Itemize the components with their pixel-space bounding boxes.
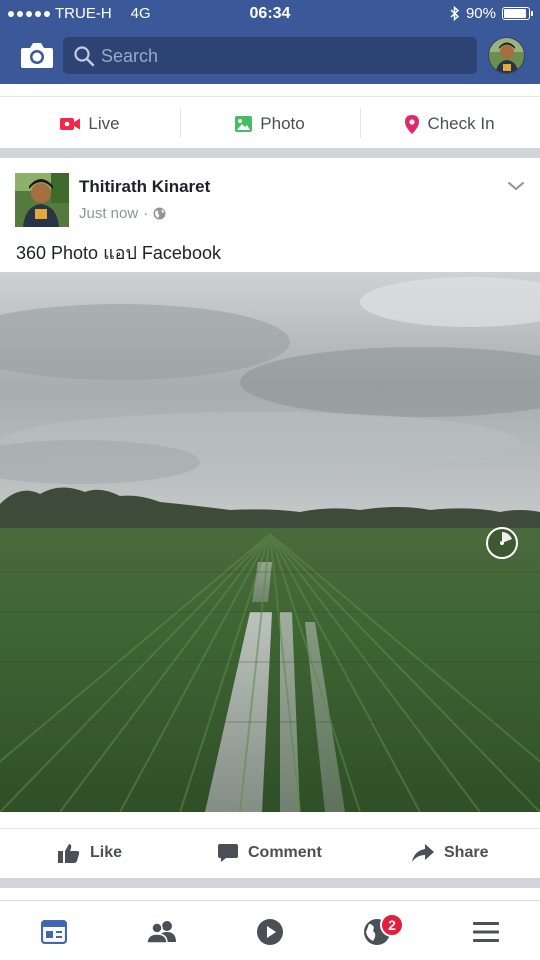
battery-percent: 90% [465, 5, 496, 22]
search-bar[interactable] [63, 37, 477, 74]
friends-icon [147, 921, 176, 944]
nav-news-feed[interactable] [38, 916, 70, 948]
battery-icon [502, 7, 533, 20]
chevron-down-icon [508, 182, 524, 191]
share-arrow-icon [412, 844, 434, 862]
location-pin-icon [405, 114, 420, 134]
feed-separator [0, 148, 540, 158]
check-in-button[interactable]: Check In [360, 106, 540, 142]
post-options-button[interactable] [506, 178, 526, 194]
thumbs-up-icon [58, 844, 80, 863]
comment-icon [218, 844, 238, 862]
share-label: Share [444, 844, 489, 861]
nav-friends[interactable] [146, 916, 178, 948]
avatar [489, 38, 524, 73]
post-author-name[interactable]: Thitirath Kinaret [79, 177, 210, 197]
live-video-icon [60, 118, 81, 130]
public-globe-icon [153, 207, 166, 220]
photo-button[interactable]: Photo [180, 106, 360, 142]
live-button[interactable]: Live [0, 106, 180, 142]
comment-label: Comment [248, 844, 322, 861]
status-bar: TRUE-H 4G 06:34 90% [0, 0, 540, 28]
photo-icon [235, 116, 253, 132]
bottom-nav [0, 900, 540, 960]
menu-icon [473, 922, 499, 942]
camera-icon [21, 43, 53, 68]
watch-icon [257, 919, 283, 945]
feed-separator [0, 878, 540, 888]
live-label: Live [88, 114, 120, 133]
bluetooth-icon [450, 6, 460, 21]
post-actions-bar: Like Comment Share [0, 828, 540, 878]
360-view-button[interactable] [484, 525, 520, 561]
avatar [15, 173, 69, 227]
post-meta: Just now · [79, 205, 166, 222]
search-icon [74, 46, 95, 67]
comment-button[interactable]: Comment [218, 839, 322, 867]
post-author-avatar[interactable] [15, 173, 69, 227]
360-compass-icon [486, 527, 518, 559]
post-360-photo[interactable] [0, 272, 540, 812]
post-timestamp[interactable]: Just now [79, 205, 138, 222]
check-in-label: Check In [427, 114, 495, 133]
notification-badge: 2 [380, 913, 404, 937]
nav-watch[interactable] [254, 916, 286, 948]
post-text: 360 Photo แอป Facebook [16, 243, 221, 263]
composer-bar: Live Photo Check In [0, 84, 540, 148]
profile-avatar-button[interactable] [488, 37, 525, 74]
camera-button[interactable] [20, 40, 54, 70]
rice-field-photo [0, 272, 540, 812]
top-bar: TRUE-H 4G 06:34 90% [0, 0, 540, 84]
nav-menu[interactable] [470, 916, 502, 948]
meta-separator: · [143, 205, 149, 222]
like-label: Like [90, 844, 123, 861]
search-input[interactable] [101, 43, 461, 69]
photo-label: Photo [260, 114, 305, 133]
like-button[interactable]: Like [58, 839, 122, 867]
share-button[interactable]: Share [412, 839, 488, 867]
news-feed-icon [41, 920, 67, 944]
